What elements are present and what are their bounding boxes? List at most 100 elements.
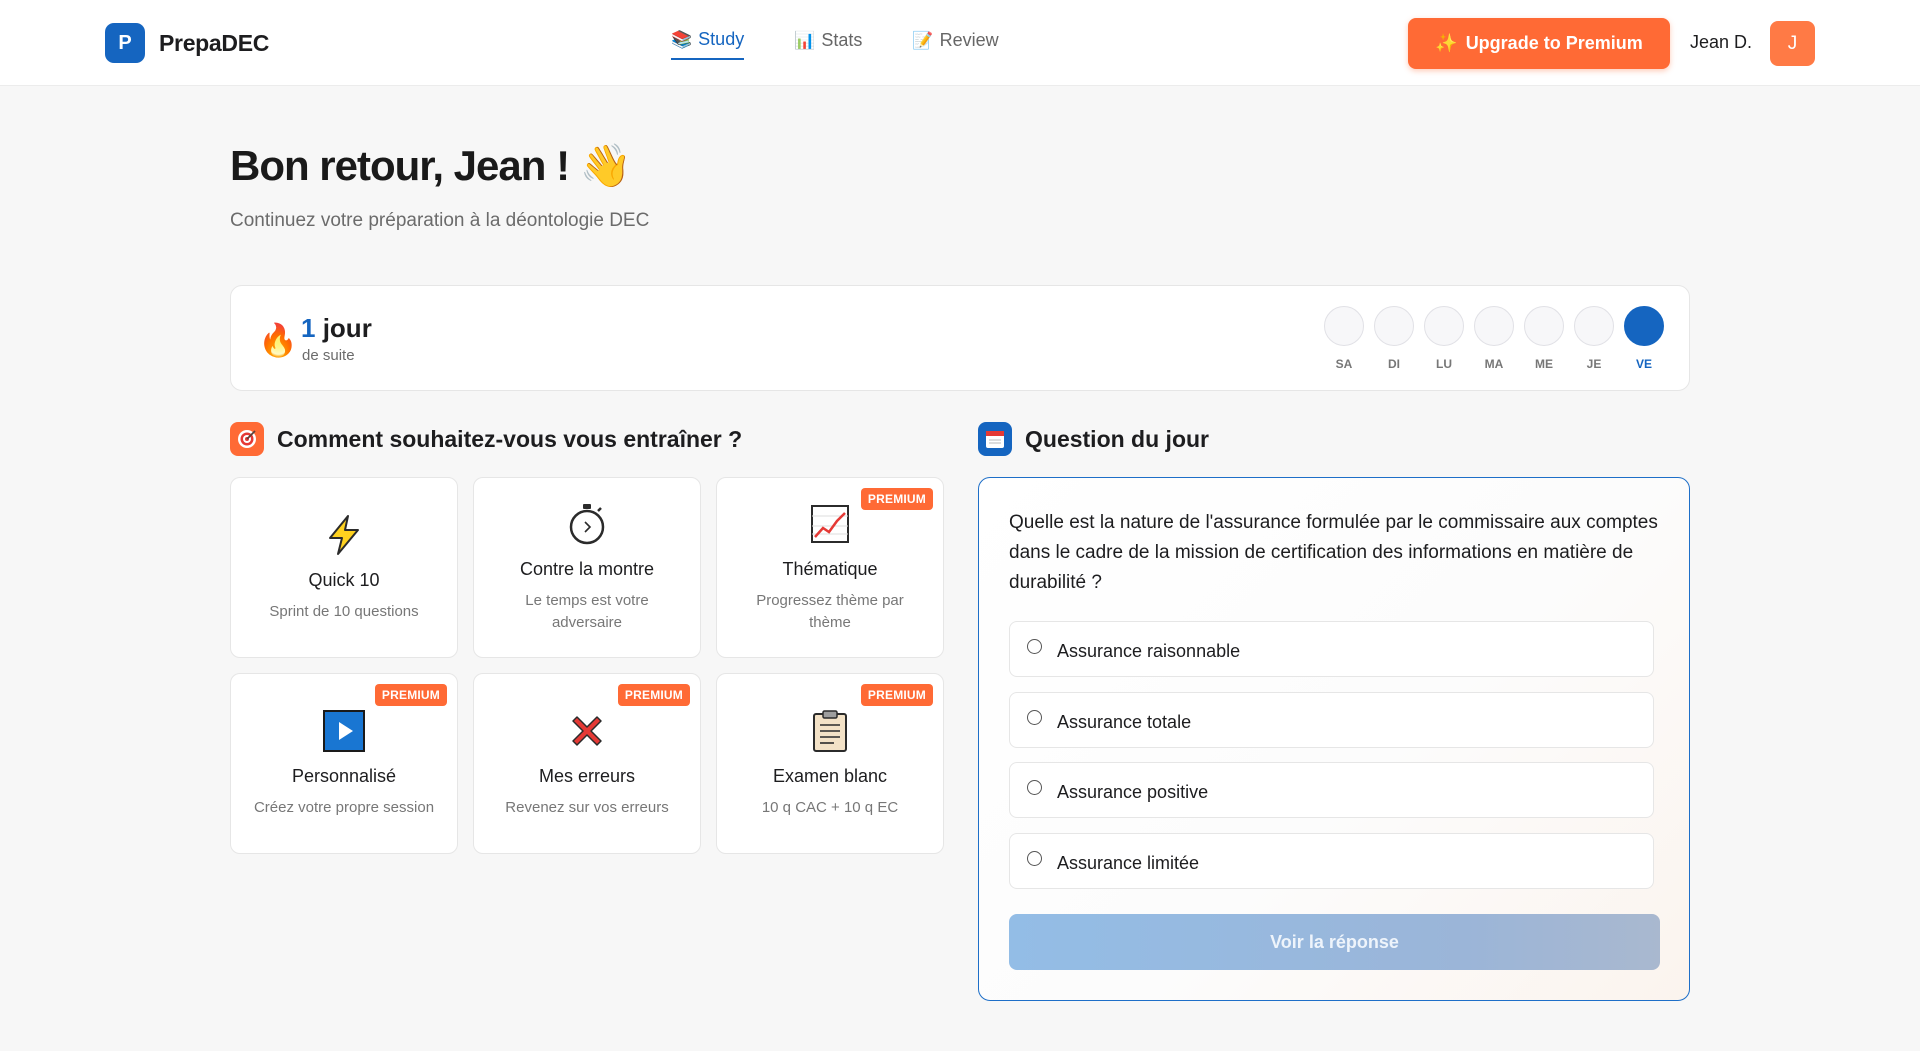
brand-name: PrepaDEC xyxy=(159,29,270,56)
calendar-icon xyxy=(978,422,1012,456)
streak-days: SA DI LU MA ME JE VE xyxy=(1324,306,1664,371)
nav-item-label: Stats xyxy=(821,30,863,50)
radio-button[interactable] xyxy=(1027,709,1042,725)
sparkle-icon: ✨ xyxy=(1435,33,1458,53)
day-label: JE xyxy=(1586,357,1602,371)
upgrade-label: Upgrade to Premium xyxy=(1465,33,1643,53)
radio-button[interactable] xyxy=(1027,850,1042,866)
radio-button[interactable] xyxy=(1027,638,1042,654)
answer-option[interactable]: Assurance positive xyxy=(1009,762,1654,818)
page-subtitle: Continuez votre préparation à la déontol… xyxy=(230,210,650,231)
mode-card-contre-la-montre[interactable]: Contre la montre Le temps est votre adve… xyxy=(473,477,701,658)
day-ma: MA xyxy=(1474,306,1514,371)
streak-card: 🔥 1 jour de suite SA DI LU MA ME JE VE xyxy=(230,285,1690,391)
answer-option[interactable]: Assurance limitée xyxy=(1009,833,1654,889)
mode-title: Personnalisé xyxy=(291,766,397,786)
question-card: Quelle est la nature de l'assurance form… xyxy=(978,477,1690,1001)
mode-title: Examen blanc xyxy=(772,766,888,786)
section-title-text: Comment souhaitez-vous vous entraîner ? xyxy=(277,425,743,452)
premium-badge: PREMIUM xyxy=(374,684,447,706)
play-button-icon xyxy=(323,708,365,754)
streak-label: de suite xyxy=(302,347,355,364)
answer-option[interactable]: Assurance raisonnable xyxy=(1009,621,1654,677)
premium-badge: PREMIUM xyxy=(860,488,933,510)
mode-desc: 10 q CAC + 10 q EC xyxy=(761,799,899,816)
nav-item-review[interactable]: 📝 Review xyxy=(912,29,998,60)
day-dot xyxy=(1574,306,1614,346)
day-label: MA xyxy=(1484,357,1504,371)
pencil-icon: 📝 xyxy=(912,30,934,50)
reveal-answer-button[interactable]: Voir la réponse xyxy=(1009,914,1660,970)
day-dot xyxy=(1524,306,1564,346)
day-label: SA xyxy=(1335,357,1353,371)
mode-grid: Quick 10 Sprint de 10 questions Contre l… xyxy=(230,477,944,854)
greeting-text: Bon retour, Jean ! xyxy=(230,142,570,189)
avatar[interactable]: J xyxy=(1770,21,1815,66)
mode-title: Thématique xyxy=(782,559,878,579)
user-name[interactable]: Jean D. xyxy=(1690,32,1752,53)
upgrade-premium-button[interactable]: ✨ Upgrade to Premium xyxy=(1408,18,1670,69)
radio-button[interactable] xyxy=(1027,779,1042,795)
streak-count: 1 jour xyxy=(301,313,372,344)
premium-badge: PREMIUM xyxy=(617,684,690,706)
day-lu: LU xyxy=(1424,306,1464,371)
brand[interactable]: P PrepaDEC xyxy=(105,23,269,63)
day-sa: SA xyxy=(1324,306,1364,371)
day-dot xyxy=(1424,306,1464,346)
brand-logo: P xyxy=(105,23,145,63)
day-me: ME xyxy=(1524,306,1564,371)
day-dot xyxy=(1624,306,1664,346)
mode-card-thematique[interactable]: PREMIUM Thématique Progressez thème par … xyxy=(716,477,944,658)
trend-chart-icon xyxy=(810,501,850,547)
mode-desc: Créez votre propre session xyxy=(253,799,435,816)
stopwatch-icon xyxy=(567,501,607,547)
training-section-title: Comment souhaitez-vous vous entraîner ? xyxy=(230,422,742,456)
day-ve: VE xyxy=(1624,306,1664,371)
mode-card-quick10[interactable]: Quick 10 Sprint de 10 questions xyxy=(230,477,458,658)
mode-title: Contre la montre xyxy=(519,559,655,579)
day-label: ME xyxy=(1535,357,1553,371)
day-label: DI xyxy=(1388,357,1400,371)
mode-title: Mes erreurs xyxy=(538,766,636,786)
nav-item-label: Review xyxy=(939,30,999,50)
premium-badge: PREMIUM xyxy=(860,684,933,706)
mode-card-examen-blanc[interactable]: PREMIUM Examen blanc 10 q CAC + 10 q EC xyxy=(716,673,944,854)
target-icon xyxy=(230,422,264,456)
clipboard-icon xyxy=(812,708,848,754)
mode-desc: Sprint de 10 questions xyxy=(269,603,419,620)
day-dot xyxy=(1324,306,1364,346)
question-text: Quelle est la nature de l'assurance form… xyxy=(1009,512,1658,593)
day-je: JE xyxy=(1574,306,1614,371)
day-label: LU xyxy=(1436,357,1452,371)
day-label: VE xyxy=(1635,357,1652,371)
streak-unit: jour xyxy=(322,313,372,343)
books-icon: 📚 xyxy=(671,29,693,49)
flame-icon: 🔥 xyxy=(258,322,298,358)
bar-chart-icon: 📊 xyxy=(794,30,816,50)
cross-mark-icon xyxy=(567,708,607,754)
streak-number: 1 xyxy=(301,313,316,343)
page-title: Bon retour, Jean ! 👋 xyxy=(230,142,632,191)
mode-card-mes-erreurs[interactable]: PREMIUM Mes erreurs Revenez sur vos erre… xyxy=(473,673,701,854)
nav-item-study[interactable]: 📚 Study xyxy=(671,29,745,60)
main-nav: 📚 Study 📊 Stats 📝 Review xyxy=(671,29,999,60)
lightning-icon xyxy=(324,512,364,558)
mode-card-personnalise[interactable]: PREMIUM Personnalisé Créez votre propre … xyxy=(230,673,458,854)
top-bar: P PrepaDEC 📚 Study 📊 Stats 📝 Review ✨ Up… xyxy=(0,0,1920,86)
mode-desc: Revenez sur vos erreurs xyxy=(505,799,669,816)
nav-item-label: Study xyxy=(698,29,745,49)
day-dot xyxy=(1474,306,1514,346)
answer-option[interactable]: Assurance totale xyxy=(1009,692,1654,748)
mode-desc: Progressez thème par thème xyxy=(756,592,904,631)
option-label: Assurance raisonnable xyxy=(1057,640,1241,661)
section-title-text: Question du jour xyxy=(1025,425,1209,452)
day-di: DI xyxy=(1374,306,1414,371)
mode-title: Quick 10 xyxy=(308,570,380,590)
nav-item-stats[interactable]: 📊 Stats xyxy=(794,29,862,60)
option-label: Assurance totale xyxy=(1057,711,1192,732)
option-label: Assurance limitée xyxy=(1057,852,1200,873)
day-dot xyxy=(1374,306,1414,346)
question-section-title: Question du jour xyxy=(978,422,1209,456)
waving-hand-icon: 👋 xyxy=(579,142,632,189)
mode-desc: Le temps est votre adversaire xyxy=(525,592,649,631)
